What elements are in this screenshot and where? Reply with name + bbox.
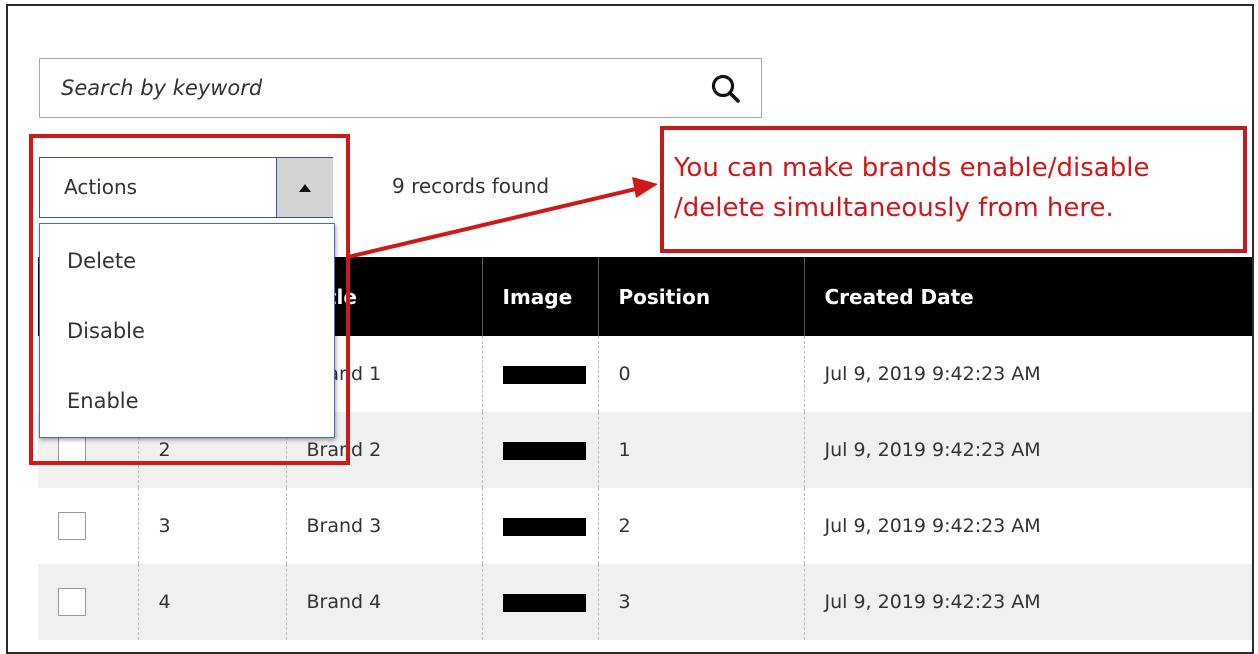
cell-image — [481, 412, 598, 488]
cell-image — [481, 336, 598, 412]
row-select-cell — [38, 564, 138, 640]
highlight-box — [29, 134, 350, 465]
cell-created-date: Jul 9, 2019 9:42:23 AM — [803, 336, 1252, 412]
brand-grid-panel: ID Title Image Position Created Date 1 B… — [6, 4, 1254, 654]
cell-position: 0 — [597, 336, 804, 412]
brand-thumbnail — [502, 365, 586, 384]
search-box — [39, 58, 762, 118]
column-header-image[interactable]: Image — [481, 257, 598, 336]
brand-thumbnail — [502, 593, 586, 612]
cell-image — [481, 488, 598, 564]
search-input[interactable] — [40, 59, 660, 117]
cell-id: 3 — [137, 488, 286, 564]
cell-position: 3 — [597, 564, 804, 640]
row-select-cell — [38, 488, 138, 564]
column-header-position[interactable]: Position — [597, 257, 804, 336]
cell-created-date: Jul 9, 2019 9:42:23 AM — [803, 488, 1252, 564]
table-row: 4 Brand 4 3 Jul 9, 2019 9:42:23 AM — [38, 564, 1252, 640]
annotation-callout: You can make brands enable/disable /dele… — [660, 126, 1247, 253]
brand-thumbnail — [502, 441, 586, 460]
cell-position: 2 — [597, 488, 804, 564]
cell-created-date: Jul 9, 2019 9:42:23 AM — [803, 412, 1252, 488]
row-checkbox[interactable] — [58, 512, 86, 540]
cell-image — [481, 564, 598, 640]
cell-title: Brand 4 — [285, 564, 482, 640]
cell-created-date: Jul 9, 2019 9:42:23 AM — [803, 564, 1252, 640]
cell-position: 1 — [597, 412, 804, 488]
column-header-created-date[interactable]: Created Date — [803, 257, 1252, 336]
row-checkbox[interactable] — [58, 588, 86, 616]
search-icon[interactable] — [710, 73, 742, 105]
cell-id: 4 — [137, 564, 286, 640]
annotation-text: You can make brands enable/disable /dele… — [674, 153, 1150, 223]
cell-title: Brand 3 — [285, 488, 482, 564]
table-row: 3 Brand 3 2 Jul 9, 2019 9:42:23 AM — [38, 488, 1252, 564]
brand-thumbnail — [502, 517, 586, 536]
records-count: 9 records found — [392, 174, 550, 198]
